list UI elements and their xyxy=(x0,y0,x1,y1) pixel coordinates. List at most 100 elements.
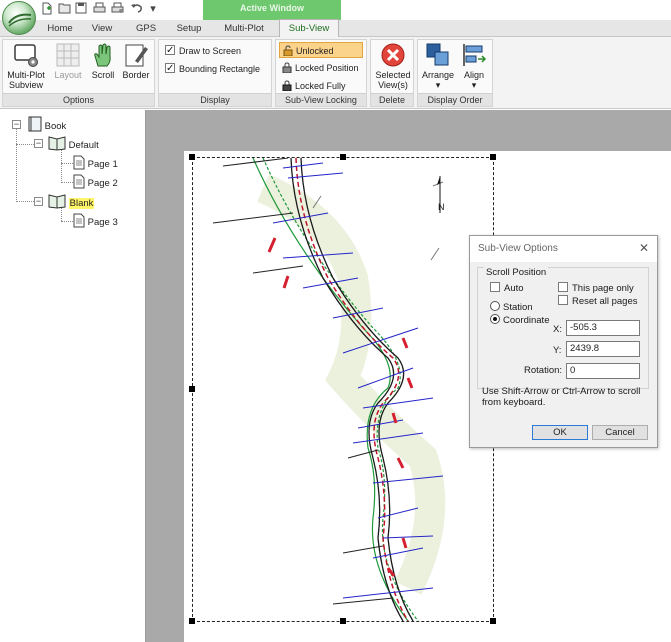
resize-handle-bottom-right[interactable] xyxy=(490,618,496,624)
open-icon[interactable] xyxy=(57,2,71,16)
delete-x-icon xyxy=(380,42,406,68)
display-group-label: Display xyxy=(159,93,271,106)
tree-connector xyxy=(61,221,73,222)
tree-node-book[interactable]: Book xyxy=(28,116,66,132)
layout-grid-icon xyxy=(55,42,81,68)
checkbox-checked-icon xyxy=(165,43,175,59)
radio-selected-icon xyxy=(490,314,500,324)
rotation-label: Rotation: xyxy=(524,365,563,376)
save-icon[interactable] xyxy=(74,2,88,16)
delete-selected-views-button[interactable]: Selected View(s) xyxy=(372,42,414,90)
draw-to-screen-label: Draw to Screen xyxy=(179,46,242,56)
options-group-label: Options xyxy=(3,93,154,106)
station-radio[interactable]: Station xyxy=(490,301,533,313)
new-icon[interactable] xyxy=(40,2,54,16)
unlocked-label: Unlocked xyxy=(296,46,334,56)
ribbon: Multi-Plot Subview Layout Scroll Border … xyxy=(0,37,671,109)
resize-handle-bottom-left[interactable] xyxy=(189,618,195,624)
radio-unselected-icon xyxy=(490,301,500,311)
resize-handle-top[interactable] xyxy=(340,154,346,160)
display-order-group: Arrange ▾ Align ▾ Display Order xyxy=(417,39,493,107)
y-coordinate-input[interactable]: 2439.8 xyxy=(566,341,640,357)
coordinate-label: Coordinate xyxy=(503,315,550,326)
station-label: Station xyxy=(503,302,533,313)
tree-node-page-3[interactable]: Page 3 xyxy=(73,213,118,229)
tab-view[interactable]: View xyxy=(83,20,121,37)
auto-label: Auto xyxy=(504,283,524,294)
scroll-position-group: Scroll Position Auto This page only Rese… xyxy=(477,267,649,389)
rotation-input[interactable]: 0 xyxy=(566,363,640,379)
sub-view-locking-group-label: Sub-View Locking xyxy=(276,93,366,106)
tree-connector xyxy=(16,144,34,145)
bounding-rectangle-checkbox[interactable]: Bounding Rectangle xyxy=(165,61,260,77)
print-setup-icon[interactable] xyxy=(110,2,124,16)
tree-node-default-label: Default xyxy=(68,140,99,151)
book-tree-panel: − Book − Default Page 1 Page 2 − Blank P… xyxy=(0,110,146,642)
scroll-label: Scroll xyxy=(91,70,115,80)
locked-position-button[interactable]: Locked Position xyxy=(279,60,363,76)
arrange-icon xyxy=(425,42,451,68)
arrange-button[interactable]: Arrange ▾ xyxy=(420,42,456,90)
undo-icon[interactable] xyxy=(129,2,143,16)
tab-setup[interactable]: Setup xyxy=(169,20,209,37)
locked-fully-label: Locked Fully xyxy=(295,81,346,91)
reset-all-pages-checkbox[interactable]: Reset all pages xyxy=(558,295,637,307)
resize-handle-top-right[interactable] xyxy=(490,154,496,160)
auto-checkbox[interactable]: Auto xyxy=(490,282,524,294)
this-page-only-checkbox[interactable]: This page only xyxy=(558,282,634,294)
bounding-rectangle-label: Bounding Rectangle xyxy=(179,64,261,74)
tree-node-default[interactable]: Default xyxy=(48,135,99,151)
tree-connector xyxy=(16,128,17,202)
ok-button[interactable]: OK xyxy=(532,425,588,440)
book-icon xyxy=(28,116,42,132)
this-page-only-label: This page only xyxy=(572,283,634,294)
tab-sub-view[interactable]: Sub-View xyxy=(279,19,339,37)
book-collapse-icon[interactable]: − xyxy=(12,120,21,129)
tree-node-page-2[interactable]: Page 2 xyxy=(73,174,118,190)
hand-scroll-icon xyxy=(90,42,116,68)
tree-connector xyxy=(16,201,34,202)
tree-node-page-1[interactable]: Page 1 xyxy=(73,155,118,171)
reset-all-pages-label: Reset all pages xyxy=(572,296,638,307)
tree-node-blank[interactable]: Blank xyxy=(48,193,95,209)
tab-home[interactable]: Home xyxy=(38,20,82,37)
border-button[interactable]: Border xyxy=(119,42,153,80)
multi-plot-subview-button[interactable]: Multi-Plot Subview xyxy=(5,42,47,90)
lock-fully-icon xyxy=(282,80,292,91)
unlocked-button[interactable]: Unlocked xyxy=(279,42,363,58)
sub-view-locking-group: Unlocked Locked Position Locked Fully Su… xyxy=(275,39,367,107)
locked-position-label: Locked Position xyxy=(295,63,359,73)
align-label: Align xyxy=(463,70,484,80)
align-button[interactable]: Align ▾ xyxy=(456,42,492,90)
sub-view-frame[interactable] xyxy=(189,154,496,624)
active-window-label: Active Window xyxy=(203,0,341,20)
x-label: X: xyxy=(553,324,562,335)
pencil-page-icon xyxy=(123,42,149,68)
print-icon[interactable] xyxy=(92,2,106,16)
application-menu-button[interactable] xyxy=(2,1,36,35)
customize-quick-access-icon[interactable]: ▾ xyxy=(146,2,160,16)
sub-view-options-dialog: Sub-View Options ✕ Scroll Position Auto … xyxy=(469,235,658,448)
tab-multi-plot[interactable]: Multi-Plot xyxy=(215,20,273,37)
north-arrow: N xyxy=(430,175,450,225)
cancel-button[interactable]: Cancel xyxy=(592,425,648,440)
blank-collapse-icon[interactable]: − xyxy=(34,197,43,206)
scroll-position-label: Scroll Position xyxy=(484,267,549,278)
draw-to-screen-checkbox[interactable]: Draw to Screen xyxy=(165,43,241,59)
resize-handle-left[interactable] xyxy=(189,386,195,392)
checkbox-checked-icon xyxy=(165,61,175,77)
border-label: Border xyxy=(122,70,150,80)
scroll-button[interactable]: Scroll xyxy=(87,42,119,80)
tree-connector xyxy=(61,150,62,183)
layout-button[interactable]: Layout xyxy=(51,42,85,80)
close-icon[interactable]: ✕ xyxy=(637,241,651,255)
coordinate-radio[interactable]: Coordinate xyxy=(490,314,549,326)
tab-gps[interactable]: GPS xyxy=(127,20,165,37)
tree-node-blank-label: Blank xyxy=(68,198,95,209)
locked-fully-button[interactable]: Locked Fully xyxy=(279,78,363,94)
resize-handle-bottom[interactable] xyxy=(340,618,346,624)
default-collapse-icon[interactable]: − xyxy=(34,139,43,148)
layout-label: Layout xyxy=(54,70,82,80)
resize-handle-top-left[interactable] xyxy=(189,154,195,160)
x-coordinate-input[interactable]: -505.3 xyxy=(566,320,640,336)
